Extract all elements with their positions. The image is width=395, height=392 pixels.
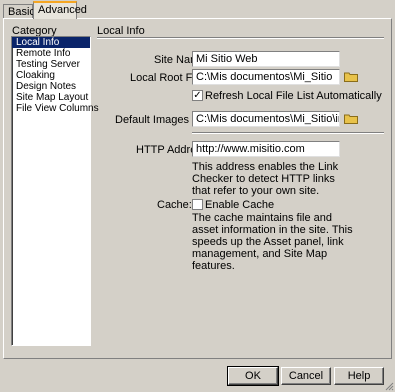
category-item[interactable]: Cloaking — [12, 70, 90, 81]
category-item[interactable]: Remote Info — [12, 48, 90, 59]
category-item[interactable]: Design Notes — [12, 81, 90, 92]
category-item[interactable]: Site Map Layout — [12, 92, 90, 103]
site-name-input[interactable]: Mi Sitio Web — [192, 51, 340, 67]
local-root-input[interactable]: C:\Mis documentos\Mi_Sitio — [192, 69, 340, 85]
cache-label: Cache: — [157, 199, 192, 211]
default-images-input[interactable]: C:\Mis documentos\Mi_Sitio\imagenes — [192, 111, 340, 127]
check-mark-icon: ✓ — [193, 90, 202, 101]
tab-basic[interactable]: Basic — [3, 4, 35, 18]
tab-advanced[interactable]: Advanced — [33, 1, 87, 19]
section-title: Local Info — [97, 25, 145, 37]
refresh-label: Refresh Local File List Automatically — [205, 90, 382, 102]
tab-basic-label: Basic — [8, 6, 35, 18]
cancel-button[interactable]: Cancel — [281, 367, 331, 385]
tab-advanced-label: Advanced — [38, 4, 87, 16]
http-address-input[interactable]: http://www.misitio.com — [192, 141, 340, 157]
enable-cache-label: Enable Cache — [205, 199, 275, 211]
resize-grip-icon[interactable] — [384, 381, 394, 391]
folder-icon[interactable] — [344, 113, 358, 124]
category-item[interactable]: File View Columns — [12, 103, 99, 114]
category-item[interactable]: Local Info — [12, 37, 90, 48]
category-list[interactable]: Local Info Remote Info Testing Server Cloak… — [11, 36, 99, 346]
http-description: This address enables the Link Checker to… — [192, 161, 339, 197]
ok-button[interactable]: OK — [227, 366, 279, 386]
form-divider — [192, 132, 384, 134]
folder-icon[interactable] — [344, 71, 358, 82]
cache-description: The cache maintains file and asset infor… — [192, 212, 353, 272]
refresh-checkbox[interactable]: ✓ — [192, 90, 203, 101]
enable-cache-checkbox[interactable] — [192, 199, 203, 210]
section-divider — [97, 37, 384, 39]
help-button[interactable]: Help — [334, 367, 384, 385]
category-item[interactable]: Testing Server — [12, 59, 90, 70]
